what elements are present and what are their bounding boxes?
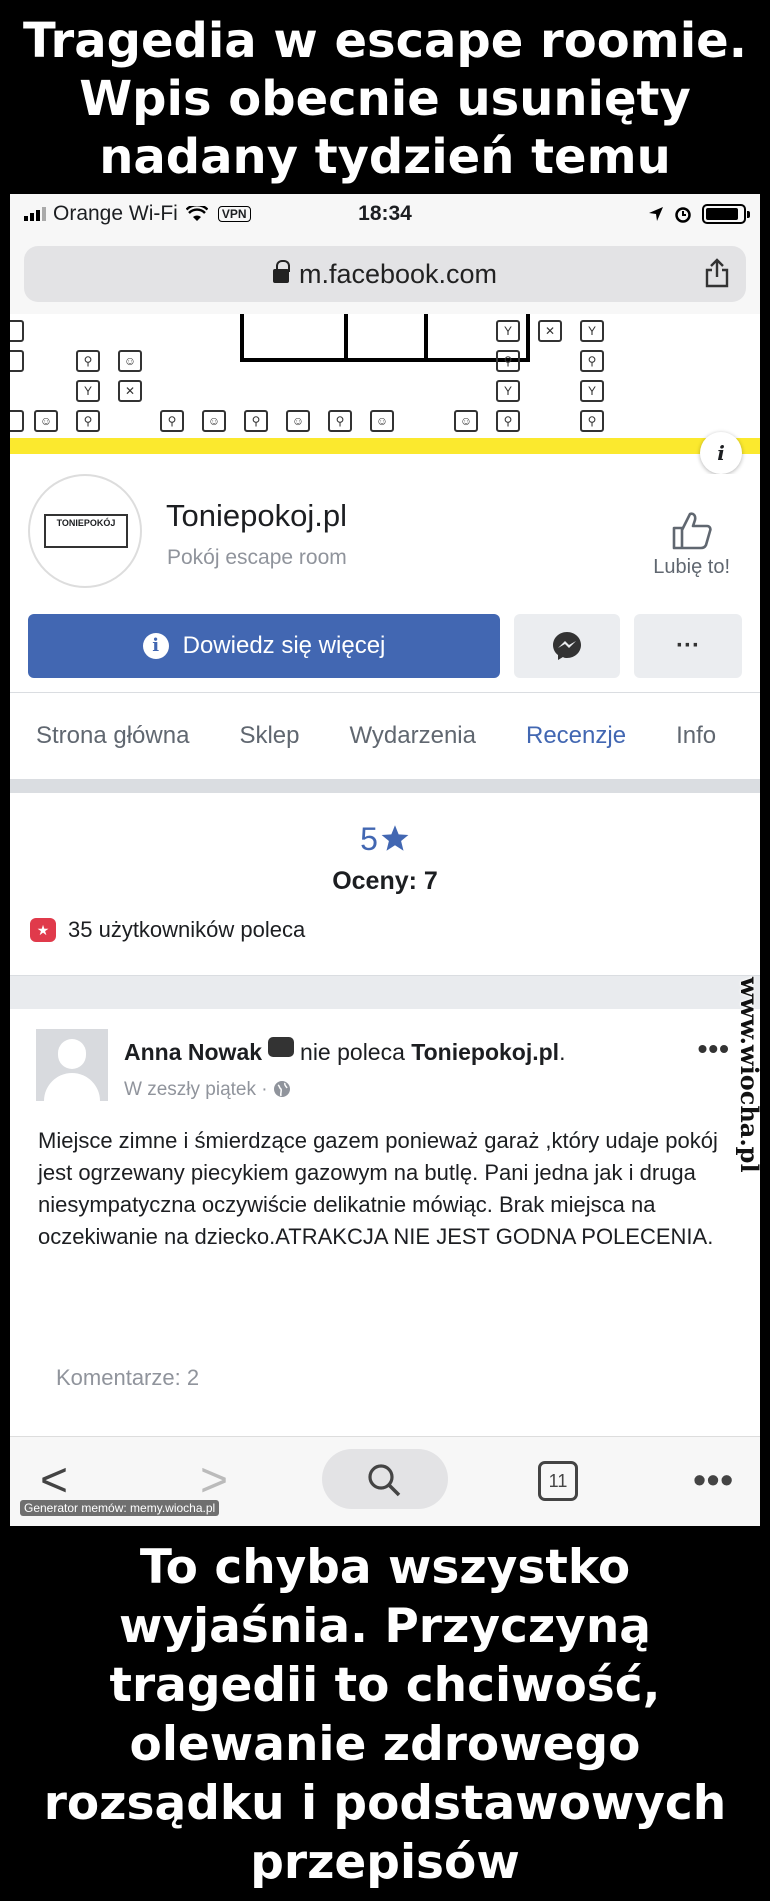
recommend-label: 35 użytkowników poleca: [68, 917, 306, 942]
learn-more-label: Dowiedz się więcej: [182, 632, 386, 659]
globe-icon: [273, 1081, 290, 1097]
recommend-count: ★ 35 użytkowników poleca: [30, 917, 305, 943]
cover-tile: [10, 350, 24, 372]
ratings-count: Oceny: 7: [332, 867, 438, 895]
section-separator: [10, 975, 760, 1009]
watermark: www.wiocha.pl: [735, 977, 760, 1173]
lock-icon: [272, 260, 290, 283]
tab-wydarzenia[interactable]: Wydarzenia: [349, 722, 476, 750]
like-label: Lubię to!: [653, 556, 730, 578]
tab-sklep[interactable]: Sklep: [239, 722, 299, 750]
messenger-icon: [553, 632, 581, 660]
tab-strona-główna[interactable]: Strona główna: [36, 722, 189, 750]
reviewer-avatar[interactable]: [36, 1029, 108, 1101]
cover-tile: ☺: [34, 410, 58, 432]
thumbs-up-icon: [672, 512, 712, 550]
more-options-button[interactable]: ···: [634, 614, 742, 678]
cover-tile: ✕: [118, 380, 142, 402]
rating-score-value: 5: [360, 821, 378, 857]
cover-yellow-strip: [10, 438, 760, 454]
cover-tile: ⚲: [496, 350, 520, 372]
battery-icon: [702, 204, 750, 224]
cover-tile: ⚲: [580, 350, 604, 372]
floor-plan-drawing: [240, 314, 530, 362]
page-tabs: Strona główna Sklep Wydarzenia Recenzje Info: [10, 693, 760, 779]
cover-tile: ☺: [286, 410, 310, 432]
top-caption: Tragedia w escape roomie. Wpis obecnie u…: [23, 13, 747, 185]
cover-tile: ☺: [118, 350, 142, 372]
cover-tile: ⚲: [244, 410, 268, 432]
more-menu-icon[interactable]: •••: [693, 1459, 734, 1501]
cover-tile: ⚲: [580, 410, 604, 432]
cover-tile: Y: [496, 320, 520, 342]
section-separator: [10, 779, 760, 793]
vpn-badge: VPN: [217, 206, 251, 222]
star-icon: [381, 825, 409, 851]
cover-tile: ⚲: [160, 410, 184, 432]
comments-link[interactable]: Komentarze: 2: [56, 1365, 199, 1391]
signal-icon: [24, 207, 46, 221]
search-icon: [368, 1464, 401, 1497]
tab-info[interactable]: Info: [676, 722, 716, 750]
browser-toolbar: m.facebook.com: [10, 234, 760, 314]
messenger-button[interactable]: [514, 614, 620, 678]
reviewer-name[interactable]: Anna Nowak: [124, 1039, 262, 1066]
learn-more-button[interactable]: i Dowiedz się więcej: [28, 614, 500, 678]
review-text: Miejsce zimne i śmierdzące gazem poniewa…: [38, 1128, 718, 1249]
phone-screenshot: Orange Wi-Fi VPN 18:34 m.facebook.com ⚲ …: [10, 194, 760, 1526]
forward-icon[interactable]: >: [200, 1457, 228, 1505]
tab-recenzje[interactable]: Recenzje: [526, 722, 626, 750]
rating-summary: 5 Oceny: 7 ★ 35 użytkowników poleca: [10, 793, 760, 953]
review-header: Anna Nowak nie poleca Toniepokoj.pl.: [124, 1036, 565, 1066]
page-avatar[interactable]: TONIEPOKÓJ: [28, 474, 142, 588]
share-icon[interactable]: [704, 258, 730, 288]
cover-tile: Y: [76, 380, 100, 402]
carrier-label: Orange Wi-Fi: [53, 202, 178, 225]
bottom-caption: To chyba wszystko wyjaśnia. Przyczyną tr…: [43, 1540, 727, 1890]
cover-tile: ⚲: [76, 410, 100, 432]
cover-tile: Y: [580, 320, 604, 342]
cover-tile: ✕: [538, 320, 562, 342]
tabs-count-button[interactable]: 11: [538, 1461, 578, 1501]
cover-tile: ⚲: [76, 350, 100, 372]
cover-tile: ☺: [370, 410, 394, 432]
page-logo: TONIEPOKÓJ: [44, 514, 128, 548]
cover-tile: ☺: [454, 410, 478, 432]
review-time[interactable]: W zeszły piątek ·: [124, 1079, 273, 1100]
review-bubble-icon: [268, 1036, 295, 1057]
recommend-star-icon: ★: [30, 918, 56, 942]
wifi-icon: [185, 206, 208, 221]
cover-tile: Y: [580, 380, 604, 402]
search-button[interactable]: [322, 1449, 448, 1509]
page-header: TONIEPOKÓJ Toniepokoj.pl Pokój escape ro…: [10, 474, 760, 614]
cover-tile: [10, 320, 24, 342]
info-icon[interactable]: i: [700, 432, 742, 474]
address-bar[interactable]: m.facebook.com: [24, 246, 746, 302]
review-target[interactable]: Toniepokoj.pl: [411, 1039, 559, 1066]
cover-tile: ☺: [202, 410, 226, 432]
generator-credit: Generator memów: memy.wiocha.pl: [20, 1500, 220, 1516]
cover-tile: [10, 410, 24, 432]
page-actions: i Dowiedz się więcej ···: [10, 614, 760, 678]
cover-tile: ⚲: [496, 410, 520, 432]
browser-bottom-bar: < > 11 ••• Generator memów: memy.wiocha.…: [10, 1436, 760, 1526]
back-icon[interactable]: <: [40, 1457, 68, 1505]
cover-tile: Y: [496, 380, 520, 402]
review-verb: nie poleca: [300, 1039, 405, 1065]
alarm-icon: [675, 207, 691, 223]
page-name[interactable]: Toniepokoj.pl: [166, 498, 347, 534]
url-text: m.facebook.com: [298, 258, 498, 289]
like-button[interactable]: Lubię to!: [653, 510, 730, 579]
info-circle-icon: i: [142, 633, 169, 659]
review-post: Anna Nowak nie poleca Toniepokoj.pl. W z…: [10, 1009, 760, 1399]
cover-tile: ⚲: [328, 410, 352, 432]
cover-photo: ⚲ ☺ Y ✕ ☺ ⚲ ⚲ ☺ ⚲ ☺ ⚲ ☺ ☺ ⚲ Y ✕ Y ⚲ ⚲ Y …: [10, 314, 760, 474]
page-category: Pokój escape room: [167, 546, 347, 569]
review-meta: W zeszły piątek ·: [124, 1079, 291, 1101]
rating-score: 5: [10, 821, 760, 858]
location-arrow-icon: [649, 207, 663, 221]
status-bar: Orange Wi-Fi VPN 18:34: [10, 194, 760, 234]
